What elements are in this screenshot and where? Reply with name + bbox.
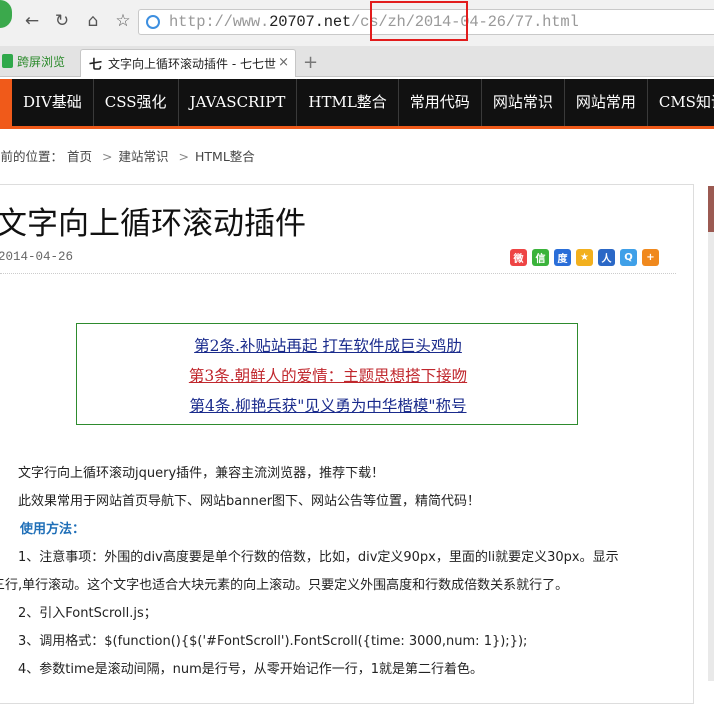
browser-toolbar: ← ↻ ⌂ ☆ http://www.20707.net/cs/zh/2014-… xyxy=(0,0,714,46)
home-icon[interactable]: ⌂ xyxy=(81,9,105,33)
title-divider xyxy=(0,273,676,274)
weibo-icon[interactable]: 微 xyxy=(510,249,527,266)
breadcrumb-prefix: 当前的位置： xyxy=(0,149,64,164)
phone-icon xyxy=(2,54,13,68)
scroll-item-2[interactable]: 第3条.朝鲜人的爱情：主题思想搭下接吻 xyxy=(77,364,579,386)
tab-bar: 跨屏浏览 七 文字向上循环滚动插件 - 七七世 × + xyxy=(0,46,714,77)
nav-item[interactable]: CMS知识 xyxy=(648,79,714,126)
nav-items: DIV基础 CSS强化 JAVASCRIPT HTML整合 常用代码 网站常识 网站常用 CM… xyxy=(12,79,714,126)
nav-item[interactable]: 网站常识 xyxy=(482,79,565,126)
usage-heading: 使用方法： xyxy=(20,522,86,537)
nav-item[interactable]: JAVASCRIPT xyxy=(179,79,298,126)
breadcrumb: 当前的位置：首页 > 建站常识 > HTML整合 xyxy=(0,146,259,165)
nav-item[interactable]: CSS强化 xyxy=(94,79,179,126)
tab-close-icon[interactable]: × xyxy=(278,55,289,70)
nav-accent xyxy=(0,79,12,126)
globe-icon xyxy=(146,15,160,29)
renren-icon[interactable]: 人 xyxy=(598,249,615,266)
nav-item[interactable]: DIV基础 xyxy=(12,79,94,126)
scroll-item-3[interactable]: 第4条.柳艳兵获"见义勇为中华楷模"称号 xyxy=(77,394,579,416)
share-bar: 微 信 度 ★ 人 Q + xyxy=(510,249,659,266)
paragraph: 3、调用格式：$(function(){$('#FontScroll').Fon… xyxy=(18,634,528,649)
breadcrumb-home[interactable]: 首页 xyxy=(67,149,92,164)
annotation-highlight-box xyxy=(370,1,468,41)
new-tab-button[interactable]: + xyxy=(303,52,318,73)
breadcrumb-sep: > xyxy=(178,149,190,164)
cross-screen-label: 跨屏浏览 xyxy=(17,54,66,69)
article-date: 2014-04-26 xyxy=(0,250,74,264)
scroll-demo-box: 第2条.补贴站再起 打车软件成巨头鸡肋 第3条.朝鲜人的爱情：主题思想搭下接吻 … xyxy=(76,323,578,425)
paragraph: 此效果常用于网站首页导航下、网站banner图下、网站公告等位置，精简代码！ xyxy=(18,494,481,509)
share-more-icon[interactable]: + xyxy=(642,249,659,266)
scroll-item-1[interactable]: 第2条.补贴站再起 打车软件成巨头鸡肋 xyxy=(77,334,579,356)
cross-screen-tab[interactable]: 跨屏浏览 xyxy=(0,49,65,73)
back-icon[interactable]: ← xyxy=(20,9,44,33)
nav-item[interactable]: 常用代码 xyxy=(399,79,482,126)
tab-active[interactable]: 七 文字向上循环滚动插件 - 七七世 × xyxy=(80,49,296,77)
paragraph: 4、参数time是滚动间隔，num是行号，从零开始记作一行，1就是第二行着色。 xyxy=(18,662,484,677)
bookmark-star-icon[interactable]: ☆ xyxy=(111,9,135,33)
baidu-icon[interactable]: 度 xyxy=(554,249,571,266)
paragraph: 文字行向上循环滚动jquery插件，兼容主流浏览器，推荐下载！ xyxy=(18,466,385,481)
browser-logo xyxy=(0,0,12,28)
breadcrumb-category[interactable]: 建站常识 xyxy=(119,149,169,164)
qzone-icon[interactable]: ★ xyxy=(576,249,593,266)
site-favicon-icon: 七 xyxy=(89,58,103,73)
site-nav: DIV基础 CSS强化 JAVASCRIPT HTML整合 常用代码 网站常识 网站常用 CM… xyxy=(0,79,714,129)
paragraph: 2、引入FontScroll.js； xyxy=(18,606,157,621)
tab-title: 文字向上循环滚动插件 - 七七世 xyxy=(108,57,276,71)
breadcrumb-sep: > xyxy=(102,149,113,164)
tencent-icon[interactable]: Q xyxy=(620,249,637,266)
nav-item[interactable]: 网站常用 xyxy=(565,79,648,126)
wechat-icon[interactable]: 信 xyxy=(532,249,549,266)
paragraph: 1、注意事项：外围的div高度要是单个行数的倍数，比如，div定义90px，里面… xyxy=(18,550,619,565)
article-title: 文字向上循环滚动插件 xyxy=(0,206,306,242)
breadcrumb-subcategory[interactable]: HTML整合 xyxy=(195,149,255,164)
nav-item[interactable]: HTML整合 xyxy=(297,79,399,126)
sidebar-edge xyxy=(708,186,714,681)
reload-icon[interactable]: ↻ xyxy=(50,9,74,33)
paragraph: 三行,单行滚动。这个文字也适合大块元素的向上滚动。只要定义外围高度和行数成倍数关… xyxy=(0,578,569,593)
